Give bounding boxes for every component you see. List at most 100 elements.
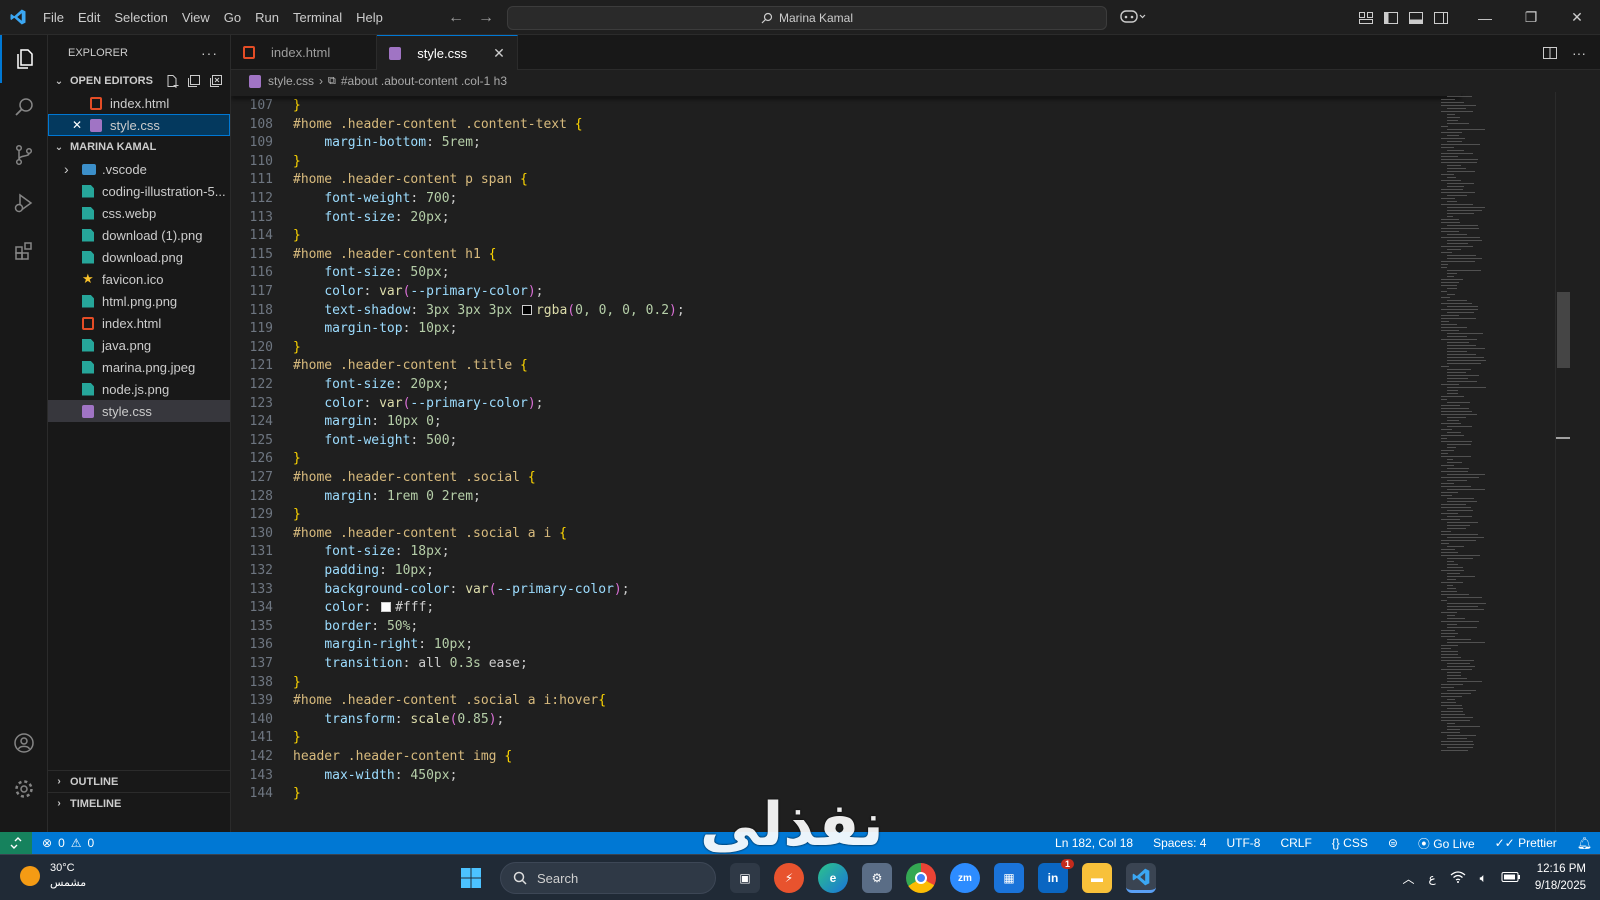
source-control-icon[interactable] [0, 131, 48, 179]
wifi-icon[interactable] [1450, 870, 1466, 886]
close-all-editors-icon[interactable] [209, 74, 223, 88]
taskbar-search[interactable]: Search [500, 862, 716, 894]
input-language[interactable]: ع [1428, 871, 1435, 885]
search-icon[interactable] [0, 83, 48, 131]
code-editor[interactable]: 107} 108 #home .header-content .content-te… [231, 92, 1600, 832]
weather-widget[interactable]: 30°C مشمس [20, 861, 86, 891]
forward-arrow-icon[interactable]: → [478, 9, 494, 27]
tab-index-html[interactable]: index.html [231, 35, 378, 70]
microsoft-store-icon[interactable]: ▦ [994, 863, 1024, 893]
volume-icon[interactable]: 🔈︎ [1480, 871, 1487, 886]
toggle-secondary-sidebar-icon[interactable] [1433, 10, 1449, 26]
tab-style-css[interactable]: style.css ✕ [377, 35, 518, 70]
problems-indicator[interactable]: ⊗ 0 ⚠ 0 [32, 836, 94, 850]
command-center[interactable]: Marina Kamal [507, 6, 1107, 30]
extensions-icon[interactable] [0, 227, 48, 275]
back-arrow-icon[interactable]: ← [448, 9, 464, 27]
task-view-icon[interactable]: ▣ [730, 863, 760, 893]
menu-help[interactable]: Help [349, 0, 390, 35]
breadcrumb-file[interactable]: style.css [268, 74, 314, 88]
copilot-status-icon[interactable]: ⊜ [1388, 836, 1398, 850]
open-editor-item[interactable]: ✕ style.css [48, 114, 230, 136]
clock[interactable]: 12:16 PM 9/18/2025 [1535, 861, 1586, 895]
file-tree-item[interactable]: download (1).png [48, 224, 230, 246]
more-actions-icon[interactable]: ··· [201, 45, 218, 61]
indentation[interactable]: Spaces: 4 [1153, 836, 1206, 850]
save-all-icon[interactable] [187, 74, 201, 88]
minimize-icon[interactable]: — [1462, 0, 1508, 35]
menu-view[interactable]: View [175, 0, 217, 35]
minimap[interactable] [1439, 92, 1549, 832]
menu-edit[interactable]: Edit [71, 0, 107, 35]
menu-run[interactable]: Run [248, 0, 286, 35]
file-tree-item[interactable]: › .vscode [48, 158, 230, 180]
app-icon-orange[interactable]: ⚡ [774, 863, 804, 893]
notifications-bell-icon[interactable]: 🔔︎ [1577, 836, 1592, 850]
file-tree-item[interactable]: marina.png.jpeg [48, 356, 230, 378]
menu-file[interactable]: File [36, 0, 71, 35]
edge-browser-icon[interactable]: e [818, 863, 848, 893]
more-actions-icon[interactable]: ··· [1572, 45, 1586, 61]
minimap-line [1441, 99, 1455, 100]
close-icon[interactable]: ✕ [72, 118, 90, 132]
line-text: background-color: var(--primary-color); [273, 580, 629, 599]
run-debug-icon[interactable] [0, 179, 48, 227]
language-mode[interactable]: {} CSS [1332, 836, 1368, 850]
file-tree-item[interactable]: ★ favicon.ico [48, 268, 230, 290]
prettier-button[interactable]: ✓✓ Prettier [1495, 836, 1557, 850]
zoom-icon[interactable]: zm [950, 863, 980, 893]
timeline-header[interactable]: › TIMELINE [48, 792, 231, 814]
file-tree-item[interactable]: html.png.png [48, 290, 230, 312]
file-tree-item[interactable]: java.png [48, 334, 230, 356]
project-header[interactable]: ⌄ MARINA KAMAL [48, 136, 230, 158]
file-tree-item[interactable]: index.html [48, 312, 230, 334]
code-token: max-width [324, 767, 395, 783]
settings-gear-icon[interactable] [0, 765, 48, 813]
linkedin-icon[interactable]: in 1 [1038, 859, 1074, 893]
outline-header[interactable]: › OUTLINE [48, 770, 231, 792]
end-of-line[interactable]: CRLF [1280, 836, 1311, 850]
minimap-line [1447, 603, 1486, 604]
color-swatch[interactable] [521, 304, 532, 315]
toggle-primary-sidebar-icon[interactable] [1383, 10, 1399, 26]
windows-start-icon[interactable] [456, 863, 486, 893]
line-text: margin-right: 10px; [273, 635, 473, 654]
new-untitled-file-icon[interactable] [165, 74, 179, 88]
remote-indicator-icon[interactable] [0, 832, 32, 854]
explorer-icon[interactable] [0, 35, 48, 83]
scrollbar-thumb[interactable] [1557, 292, 1570, 368]
code-token: ; [535, 395, 544, 411]
chrome-icon[interactable] [906, 863, 936, 893]
accounts-icon[interactable] [0, 719, 48, 767]
battery-icon[interactable] [1501, 871, 1521, 886]
encoding[interactable]: UTF-8 [1226, 836, 1260, 850]
code-line: 111 #home .header-content p span { [231, 170, 1461, 189]
close-window-icon[interactable]: ✕ [1554, 0, 1600, 35]
file-tree-item[interactable]: download.png [48, 246, 230, 268]
restore-icon[interactable]: ❐ [1508, 0, 1554, 35]
toggle-panel-icon[interactable] [1408, 10, 1424, 26]
cursor-position[interactable]: Ln 182, Col 18 [1055, 836, 1133, 850]
go-live-button[interactable]: ⦿ Go Live [1418, 835, 1475, 852]
menu-go[interactable]: Go [217, 0, 248, 35]
vscode-taskbar-icon[interactable] [1126, 863, 1156, 893]
menu-terminal[interactable]: Terminal [286, 0, 349, 35]
breadcrumb-symbol[interactable]: #about .about-content .col-1 h3 [341, 74, 507, 88]
file-tree-item[interactable]: style.css [48, 400, 230, 422]
copilot-icon[interactable] [1120, 8, 1146, 27]
file-tree-item[interactable]: node.js.png [48, 378, 230, 400]
customize-layout-icon[interactable] [1358, 10, 1374, 26]
vertical-scrollbar[interactable] [1555, 92, 1570, 832]
close-icon[interactable]: ✕ [493, 45, 505, 62]
split-editor-icon[interactable] [1542, 45, 1558, 61]
settings-app-icon[interactable]: ⚙ [862, 863, 892, 893]
open-editor-item[interactable]: index.html [48, 92, 230, 114]
file-tree-item[interactable]: css.webp [48, 202, 230, 224]
open-editors-header[interactable]: ⌄ OPEN EDITORS [48, 70, 230, 92]
file-tree-item[interactable]: coding-illustration-5... [48, 180, 230, 202]
menu-selection[interactable]: Selection [107, 0, 174, 35]
chevron-up-icon[interactable]: ︿ [1402, 870, 1414, 887]
file-explorer-icon[interactable]: ▬ [1082, 863, 1112, 893]
code-token: #home .header-content p span [293, 172, 520, 188]
color-swatch[interactable] [381, 602, 392, 613]
